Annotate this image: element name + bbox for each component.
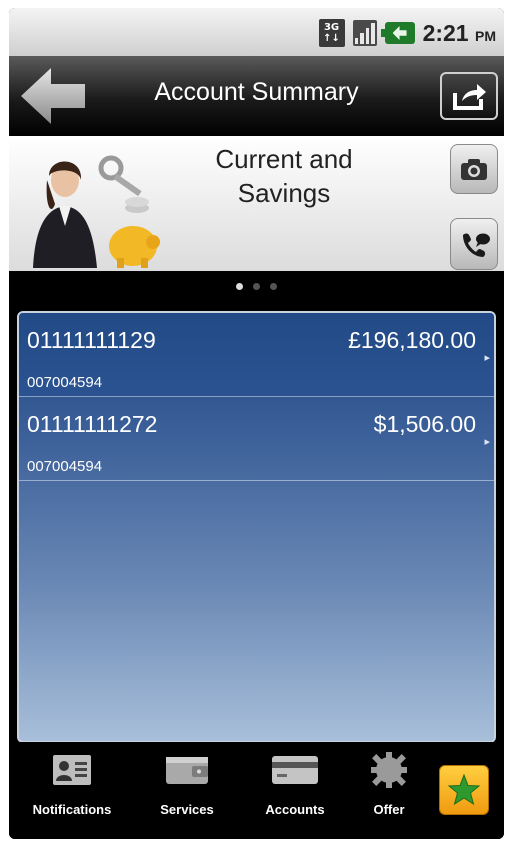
nav-label: Offer — [373, 802, 405, 817]
nav-label: Notifications — [32, 802, 112, 817]
account-number: 01111111272 — [27, 411, 158, 437]
phone-screen: 3G ↑↓ 2:21 PM Account Summary Current an… — [9, 8, 504, 839]
nav-item-accounts[interactable]: Accounts — [245, 742, 345, 839]
status-bar: 3G ↑↓ 2:21 PM — [9, 8, 504, 56]
network-type-label: 3G — [323, 22, 340, 33]
banker-with-piggy-bank-image — [33, 155, 160, 268]
favorites-button[interactable] — [439, 765, 489, 815]
camera-icon — [461, 159, 487, 180]
network-3g-icon: 3G ↑↓ — [318, 19, 345, 47]
account-row[interactable]: 01111111129 £196,180.00 007004594 ▸ — [19, 313, 494, 397]
chevron-right-icon: ▸ — [484, 351, 490, 364]
account-number: 01111111129 — [27, 327, 156, 353]
camera-button[interactable] — [450, 144, 498, 194]
phone-chat-icon — [463, 233, 490, 257]
nav-label: Accounts — [265, 802, 325, 817]
chevron-right-icon: ▸ — [484, 435, 490, 448]
account-list: 01111111129 £196,180.00 007004594 ▸ 0111… — [17, 311, 496, 743]
bottom-navigation: Notifications Services Accounts Offer — [9, 742, 504, 839]
banner-title-line-1: Current and — [215, 144, 353, 174]
page-title: Account Summary — [154, 78, 359, 106]
title-bar: Account Summary — [9, 56, 504, 136]
share-icon — [453, 84, 486, 110]
call-button[interactable] — [450, 218, 498, 270]
account-balance: $1,506.00 — [373, 411, 476, 437]
nav-item-notifications[interactable]: Notifications — [22, 742, 122, 839]
clock-time: 2:21 — [422, 19, 469, 46]
account-sort-code: 007004594 — [27, 374, 103, 391]
signal-strength-icon — [352, 20, 377, 46]
gear-icon — [371, 752, 407, 788]
clock-ampm: PM — [475, 27, 496, 44]
star-icon — [447, 773, 481, 806]
nav-item-offer[interactable]: Offer — [354, 742, 424, 839]
nav-label: Services — [160, 802, 214, 817]
account-row[interactable]: 01111111272 $1,506.00 007004594 ▸ — [19, 397, 494, 481]
page-indicator — [9, 283, 504, 290]
banner-title-line-2: Savings — [237, 178, 331, 208]
page-dot-active — [236, 283, 243, 290]
status-icons: 3G ↑↓ 2:21 PM — [318, 18, 496, 48]
share-button[interactable] — [440, 72, 498, 120]
account-balance: £196,180.00 — [348, 327, 476, 353]
wallet-icon — [166, 757, 208, 784]
network-activity-label: ↑↓ — [323, 33, 340, 44]
contact-card-icon — [53, 755, 91, 785]
page-dot — [270, 283, 277, 290]
credit-card-icon — [272, 756, 318, 784]
clock: 2:21 PM — [423, 20, 496, 47]
banner-title: Current and Savings — [159, 142, 409, 210]
page-dot — [253, 283, 260, 290]
battery-charging-icon — [380, 22, 415, 44]
account-sort-code: 007004594 — [27, 458, 103, 475]
nav-item-services[interactable]: Services — [137, 742, 237, 839]
promo-banner[interactable]: Current and Savings — [9, 136, 504, 271]
